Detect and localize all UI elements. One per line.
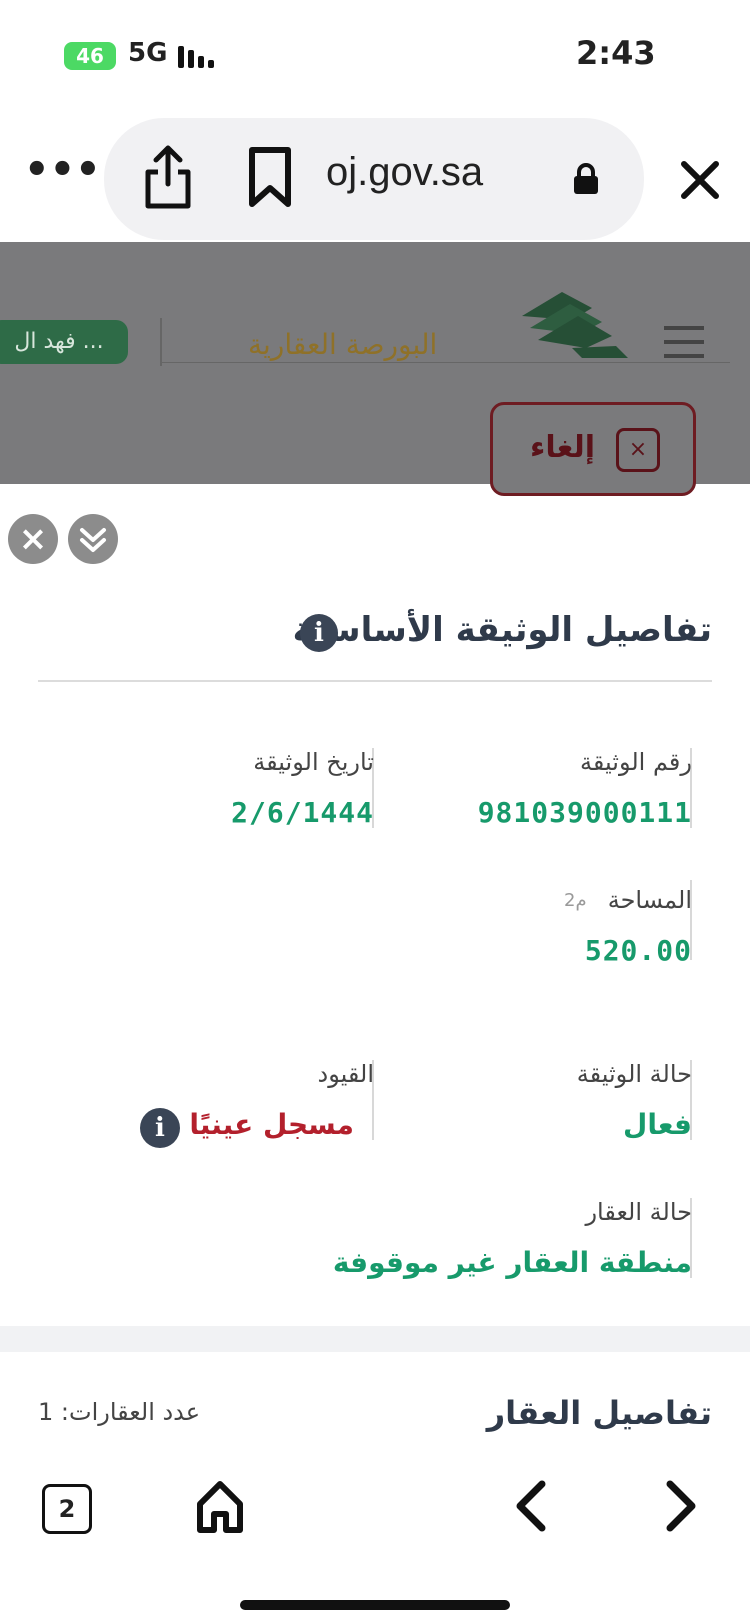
- section-separator: [0, 1326, 750, 1352]
- battery-indicator: 46: [64, 42, 116, 70]
- area-value: 520.00: [584, 934, 692, 967]
- user-chip[interactable]: فهد ال ...: [0, 320, 128, 364]
- info-icon[interactable]: i: [140, 1108, 180, 1148]
- status-time: 2:43: [576, 34, 656, 72]
- property-count: عدد العقارات: 1: [38, 1398, 201, 1426]
- area-label: المساحة: [607, 886, 692, 914]
- cancel-button-label: إلغاء: [530, 430, 596, 465]
- doc-status-label: حالة الوثيقة: [576, 1060, 692, 1088]
- home-indicator[interactable]: [240, 1600, 510, 1610]
- section-title: تفاصيل الوثيقة الأساسية: [292, 610, 712, 650]
- more-options-button[interactable]: •••: [24, 150, 101, 200]
- chevron-double-down-icon[interactable]: [68, 514, 118, 564]
- doc-number-value: 981039000111: [477, 796, 692, 829]
- cancel-x-icon: ×: [616, 428, 660, 472]
- site-logo-text: البورصة العقارية: [248, 328, 438, 361]
- doc-date-value: 2/6/1444: [231, 796, 374, 829]
- share-icon[interactable]: [140, 142, 196, 212]
- restrictions-label: القيود: [317, 1060, 374, 1088]
- forward-arrow-icon[interactable]: [662, 1478, 702, 1534]
- url-text[interactable]: oj.gov.sa: [326, 150, 483, 195]
- info-icon[interactable]: i: [300, 614, 338, 652]
- bookmark-icon[interactable]: [246, 146, 294, 208]
- lock-icon: [574, 163, 598, 194]
- header-underline: [160, 362, 730, 363]
- doc-date-label: تاريخ الوثيقة: [253, 748, 374, 776]
- area-unit: م2: [564, 890, 587, 911]
- tabs-button[interactable]: 2: [42, 1484, 92, 1534]
- property-status-value: منطقة العقار غير موقوفة: [332, 1246, 692, 1279]
- network-type: 5G: [128, 38, 168, 68]
- doc-status-value: فعال: [623, 1108, 692, 1141]
- restrictions-value: مسجل عينيًا: [189, 1108, 354, 1141]
- hamburger-menu-icon[interactable]: [662, 324, 706, 360]
- property-status-label: حالة العقار: [585, 1198, 692, 1226]
- header-divider: [160, 318, 162, 366]
- close-icon[interactable]: [678, 158, 722, 202]
- doc-number-label: رقم الوثيقة: [580, 748, 692, 776]
- site-logo-icon: [522, 292, 628, 358]
- panel-close-button[interactable]: ×: [8, 514, 58, 564]
- signal-icon: [178, 44, 218, 68]
- back-arrow-icon[interactable]: [510, 1478, 550, 1534]
- property-details-title: تفاصيل العقار: [486, 1394, 712, 1432]
- section-divider: [38, 680, 712, 682]
- home-icon[interactable]: [196, 1480, 244, 1534]
